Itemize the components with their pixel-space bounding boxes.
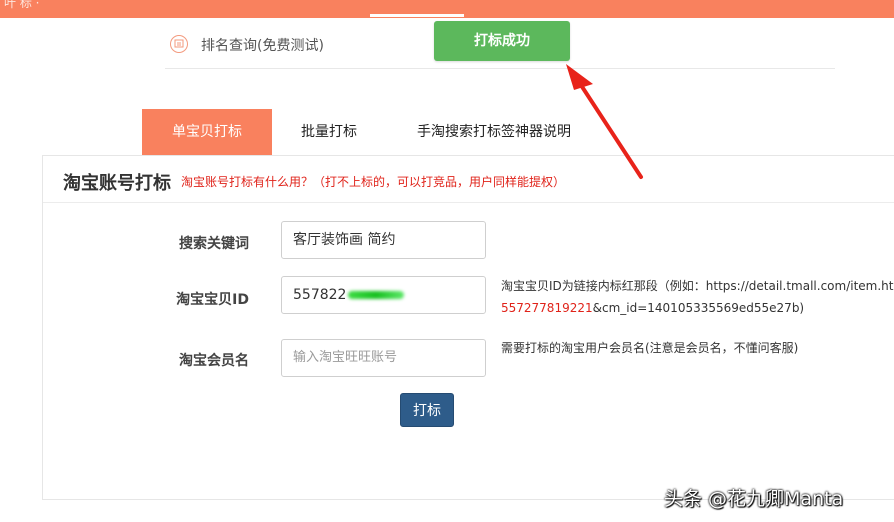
tab-instructions[interactable]: 手淘搜索打标签神器说明 [417,109,571,155]
watermark-text: 头条 @花九卿Manta [664,488,844,510]
item-id-value: 557822 [293,287,347,303]
item-id-example-red: 557277819221 [501,301,593,315]
member-label: 淘宝会员名 [179,353,249,369]
keyword-input[interactable]: 客厅装饰画 简约 [281,221,486,259]
mark-success-button[interactable]: 打标成功 [434,21,570,61]
item-id-help: 淘宝宝贝ID为链接内标红那段（例如：https://detail.tmall.c… [501,279,894,293]
member-input[interactable]: 输入淘宝旺旺账号 [281,339,486,377]
item-id-help-line2: 557277819221&cm_id=140105335569ed55e27b) [501,301,804,315]
panel-hint-link[interactable]: 淘宝账号打标有什么用？（打不上标的，可以打竞品，用户同样能提权） [181,173,565,190]
top-nav-active-underline [370,14,464,17]
redaction-scribble [348,291,405,299]
rank-medal-icon [170,35,188,53]
item-id-label: 淘宝宝贝ID [176,292,249,308]
top-nav-text[interactable]: 叶 标 · [4,0,39,11]
top-nav-bar: 叶 标 · [0,0,894,18]
tab-batch-mark[interactable]: 批量打标 [301,109,357,155]
panel-title: 淘宝账号打标 [63,173,171,194]
member-help: 需要打标的淘宝用户会员名(注意是会员名，不懂问客服) [501,341,799,355]
tab-single-item[interactable]: 单宝贝打标 [142,109,272,155]
submit-mark-button[interactable]: 打标 [400,393,454,427]
rank-query-link[interactable]: 排名查询(免费测试) [201,35,324,55]
panel-header: 淘宝账号打标 淘宝账号打标有什么用？（打不上标的，可以打竞品，用户同样能提权） [43,156,894,203]
item-id-example-rest: &cm_id=140105335569ed55e27b) [592,301,805,315]
item-id-input[interactable]: 557822 [281,276,486,314]
keyword-label: 搜索关键词 [179,236,249,252]
mark-form-panel: 淘宝账号打标 淘宝账号打标有什么用？（打不上标的，可以打竞品，用户同样能提权） [42,155,894,500]
